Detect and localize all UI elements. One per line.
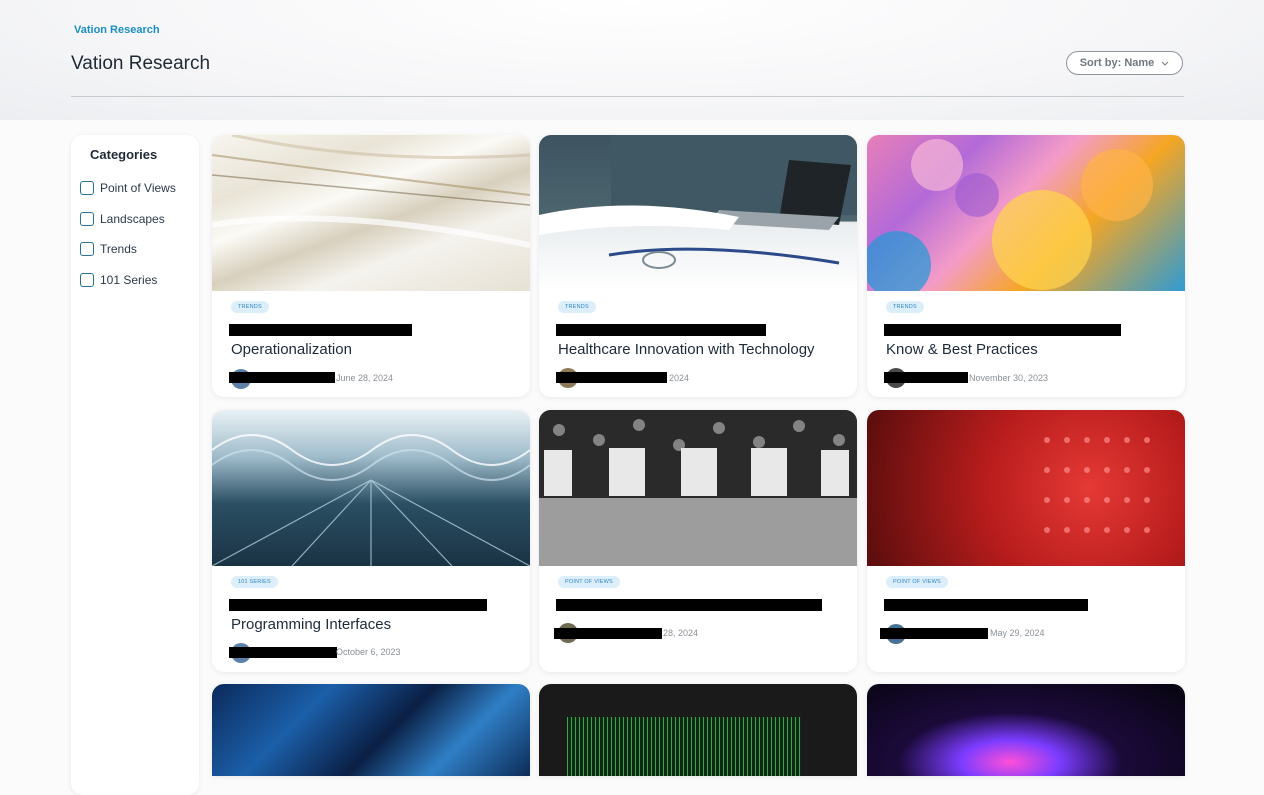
sort-dropdown[interactable]: Sort by: Name xyxy=(1066,51,1183,75)
author-redacted xyxy=(880,628,988,639)
card-title-text: Programming Interfaces xyxy=(231,616,392,633)
card-image xyxy=(867,410,1185,566)
redaction-bar xyxy=(556,324,766,337)
author-redacted xyxy=(554,628,662,639)
card-image xyxy=(539,410,857,566)
article-card[interactable]: POINT OF VIEWS 28, 2024 xyxy=(539,410,857,672)
article-card[interactable]: 101 SERIES Programming Interfaces Octobe… xyxy=(212,410,530,672)
category-checkbox[interactable] xyxy=(80,273,94,287)
category-checkbox[interactable] xyxy=(80,212,94,226)
card-date: 28, 2024 xyxy=(663,628,699,638)
breadcrumb[interactable]: Vation Research xyxy=(74,24,160,36)
page-title: Vation Research xyxy=(71,53,211,74)
categories-sidebar: Categories Point of Views Landscapes Tre… xyxy=(71,135,199,795)
category-tag: TRENDS xyxy=(558,301,596,313)
category-tag: TRENDS xyxy=(886,301,924,313)
category-tag: TRENDS xyxy=(231,301,269,313)
category-label: Point of Views xyxy=(100,181,176,195)
author-redacted xyxy=(884,372,968,383)
redaction-bar xyxy=(884,599,1088,612)
article-card[interactable] xyxy=(867,684,1185,776)
article-card[interactable]: POINT OF VIEWS May 29, 2024 xyxy=(867,410,1185,672)
category-101-series[interactable]: 101 Series xyxy=(80,273,157,287)
sort-label: Sort by: Name xyxy=(1079,57,1155,69)
category-tag: 101 SERIES xyxy=(231,576,278,588)
card-title[interactable]: Operationalization xyxy=(229,321,521,359)
card-image xyxy=(539,684,857,776)
categories-title: Categories xyxy=(90,147,158,162)
category-checkbox[interactable] xyxy=(80,181,94,195)
card-date: 2024 xyxy=(669,373,690,383)
card-title[interactable]: Healthcare Innovation with Technology xyxy=(556,321,848,359)
chevron-down-icon xyxy=(1161,61,1169,66)
author-redacted xyxy=(556,372,667,383)
article-card[interactable] xyxy=(212,684,530,776)
redaction-bar xyxy=(229,324,412,337)
card-image xyxy=(867,684,1185,776)
card-image xyxy=(867,135,1185,291)
article-card[interactable]: TRENDS Healthcare Innovation with Techno… xyxy=(539,135,857,397)
category-landscapes[interactable]: Landscapes xyxy=(80,212,165,226)
card-image xyxy=(212,135,530,291)
category-label: 101 Series xyxy=(100,273,158,287)
card-date: June 28, 2024 xyxy=(336,373,394,383)
category-label: Landscapes xyxy=(100,212,165,226)
category-tag: POINT OF VIEWS xyxy=(886,576,948,588)
card-title[interactable]: Know & Best Practices xyxy=(884,321,1176,359)
author-redacted xyxy=(229,647,337,658)
card-title-text: Healthcare Innovation with Technology xyxy=(558,341,815,358)
card-title-text: Know & Best Practices xyxy=(886,341,1038,358)
header-divider xyxy=(71,96,1184,97)
redaction-bar xyxy=(884,324,1121,337)
card-title[interactable] xyxy=(556,596,848,615)
card-date: October 6, 2023 xyxy=(336,647,401,657)
card-date: May 29, 2024 xyxy=(990,628,1045,638)
redaction-bar xyxy=(229,599,487,612)
category-point-of-views[interactable]: Point of Views xyxy=(80,181,176,195)
category-trends[interactable]: Trends xyxy=(80,242,137,256)
article-card[interactable]: TRENDS Operationalization June 28, 2024 xyxy=(212,135,530,397)
card-date: November 30, 2023 xyxy=(969,373,1049,383)
card-image xyxy=(212,410,530,566)
category-checkbox[interactable] xyxy=(80,242,94,256)
redaction-bar xyxy=(556,599,822,612)
category-label: Trends xyxy=(100,242,137,256)
category-tag: POINT OF VIEWS xyxy=(558,576,620,588)
card-title-text: Operationalization xyxy=(231,341,352,358)
card-image xyxy=(212,684,530,776)
article-card[interactable]: TRENDS Know & Best Practices November 30… xyxy=(867,135,1185,397)
article-card[interactable] xyxy=(539,684,857,776)
author-redacted xyxy=(229,372,335,383)
card-image xyxy=(539,135,857,291)
card-title[interactable] xyxy=(884,596,1176,615)
card-title[interactable]: Programming Interfaces xyxy=(229,596,521,634)
